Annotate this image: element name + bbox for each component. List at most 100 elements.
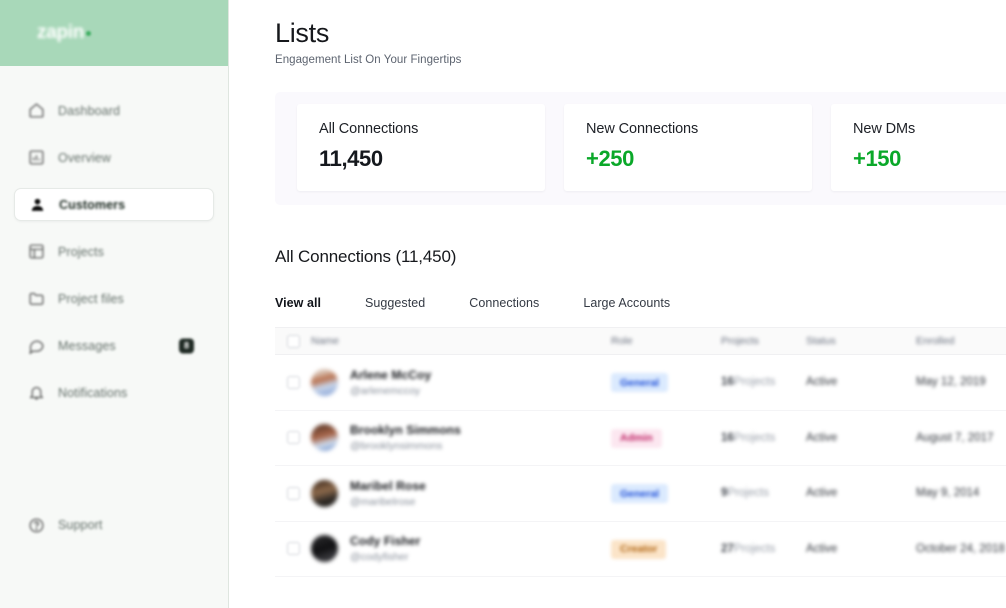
stat-card: All Connections 11,450 bbox=[297, 104, 545, 192]
projects-unit: Projects bbox=[733, 542, 776, 555]
sidebar-item-overview[interactable]: Overview bbox=[14, 141, 214, 174]
bell-icon bbox=[28, 384, 45, 401]
app-root: zapin Dashboard Overview Customers Projects… bbox=[0, 0, 1006, 608]
avatar bbox=[311, 368, 338, 396]
column-header-role[interactable]: Role bbox=[611, 335, 721, 347]
projects-unit: Projects bbox=[727, 487, 769, 500]
column-header-name[interactable]: Name bbox=[311, 335, 611, 347]
stat-card: New DMs +150 bbox=[831, 104, 1006, 192]
cell-status: Active bbox=[806, 431, 838, 444]
contact-handle: @brooklynsimmons bbox=[350, 440, 443, 453]
cell-enrolled: May 9, 2014 bbox=[916, 487, 980, 500]
row-checkbox-cell[interactable] bbox=[275, 542, 311, 556]
sidebar-item-notifications[interactable]: Notifications bbox=[14, 376, 214, 409]
row-checkbox-cell[interactable] bbox=[275, 375, 311, 389]
column-header-enrolled[interactable]: Enrolled bbox=[916, 335, 1006, 347]
role-badge: Creator bbox=[611, 539, 667, 559]
row-checkbox-cell[interactable] bbox=[275, 431, 311, 445]
cell-projects: 16Projects bbox=[721, 432, 806, 444]
role-badge: General bbox=[611, 484, 669, 504]
column-header-status[interactable]: Status bbox=[806, 335, 916, 347]
sidebar-item-dashboard[interactable]: Dashboard bbox=[14, 94, 214, 127]
role-badge: General bbox=[611, 373, 669, 393]
cell-role: Creator bbox=[611, 539, 721, 559]
projects-unit: Projects bbox=[733, 376, 776, 389]
list-section-title: All Connections (11,450) bbox=[275, 247, 457, 267]
stat-value: +250 bbox=[586, 146, 634, 172]
contact-handle: @codyfisher bbox=[350, 551, 409, 564]
brand-dot-icon bbox=[86, 31, 92, 36]
cell-enrolled: May 12, 2019 bbox=[916, 376, 986, 389]
main-content: Lists Engagement List On Your Fingertips… bbox=[229, 0, 1006, 608]
projects-count: 16 bbox=[721, 376, 734, 389]
cell-enrolled: August 7, 2017 bbox=[916, 431, 994, 444]
contact-handle: @maribelrose bbox=[350, 495, 416, 508]
contact-name: Cody Fisher bbox=[350, 534, 421, 549]
sidebar-item-projects[interactable]: Projects bbox=[14, 235, 214, 268]
sidebar-nav-bottom: Support bbox=[0, 481, 228, 608]
brand-logo[interactable]: zapin bbox=[0, 0, 228, 66]
sidebar-item-label: Projects bbox=[58, 244, 104, 259]
sidebar-nav: Dashboard Overview Customers Projects Projec… bbox=[0, 66, 228, 481]
sidebar-item-messages[interactable]: Messages 8 bbox=[14, 329, 214, 362]
cell-projects: 27Projects bbox=[721, 543, 806, 555]
sidebar-item-label: Notifications bbox=[58, 385, 128, 400]
contact-handle: @arlenemccoy bbox=[350, 384, 421, 397]
sidebar: zapin Dashboard Overview Customers Projects… bbox=[0, 0, 229, 608]
row-checkbox[interactable] bbox=[286, 431, 300, 445]
home-icon bbox=[28, 102, 45, 119]
cell-role: General bbox=[611, 484, 721, 504]
select-all-checkbox-cell[interactable] bbox=[275, 334, 311, 348]
avatar bbox=[311, 479, 338, 507]
sidebar-item-label: Messages bbox=[58, 338, 116, 353]
cell-role: General bbox=[611, 373, 721, 393]
folder-icon bbox=[28, 290, 45, 307]
table-row[interactable]: Brooklyn Simmons @brooklynsimmons Admin 16P… bbox=[275, 411, 1006, 467]
stats-panel: All Connections 11,450 New Connections +250… bbox=[275, 92, 1006, 206]
row-checkbox-cell[interactable] bbox=[275, 486, 311, 500]
grid-icon bbox=[28, 243, 45, 260]
sidebar-item-label: Support bbox=[58, 518, 103, 532]
tab-view-all[interactable]: View all bbox=[275, 296, 365, 310]
table-row[interactable]: Arlene McCoy @arlenemccoy General 16Project… bbox=[275, 355, 1006, 411]
tab-suggested[interactable]: Suggested bbox=[365, 296, 469, 310]
projects-unit: Projects bbox=[733, 431, 776, 444]
row-checkbox[interactable] bbox=[286, 486, 300, 500]
cell-projects: 16Projects bbox=[721, 376, 806, 388]
page-subtitle: Engagement List On Your Fingertips bbox=[275, 54, 462, 67]
stat-value: +150 bbox=[853, 146, 901, 172]
sidebar-item-badge: 8 bbox=[179, 338, 194, 353]
cell-name: Brooklyn Simmons @brooklynsimmons bbox=[311, 423, 611, 452]
sidebar-item-project-files[interactable]: Project files bbox=[14, 282, 214, 315]
cell-name: Arlene McCoy @arlenemccoy bbox=[311, 368, 611, 397]
sidebar-item-customers[interactable]: Customers bbox=[14, 188, 214, 221]
sidebar-item-label: Overview bbox=[58, 150, 111, 165]
row-checkbox[interactable] bbox=[286, 542, 300, 556]
chat-icon bbox=[28, 337, 45, 354]
cell-status: Active bbox=[806, 376, 838, 389]
table-row[interactable]: Cody Fisher @codyfisher Creator 27Projects A… bbox=[275, 522, 1006, 578]
column-header-projects[interactable]: Projects bbox=[721, 335, 806, 347]
stat-card: New Connections +250 bbox=[564, 104, 812, 192]
tab-connections[interactable]: Connections bbox=[469, 296, 583, 310]
stat-value: 11,450 bbox=[319, 146, 383, 172]
cell-status: Active bbox=[806, 542, 838, 555]
tab-large-accounts[interactable]: Large Accounts bbox=[583, 296, 714, 310]
projects-count: 16 bbox=[721, 431, 734, 444]
chart-icon bbox=[28, 149, 45, 166]
sidebar-item-label: Project files bbox=[58, 291, 124, 306]
cell-role: Admin bbox=[611, 428, 721, 448]
row-checkbox[interactable] bbox=[286, 375, 300, 389]
select-all-checkbox[interactable] bbox=[286, 334, 300, 348]
table-row[interactable]: Maribel Rose @maribelrose General 9Projects… bbox=[275, 466, 1006, 522]
cell-enrolled: October 24, 2018 bbox=[916, 542, 1005, 555]
stat-label: New Connections bbox=[586, 121, 699, 138]
cell-status: Active bbox=[806, 487, 838, 500]
sidebar-item-support[interactable]: Support bbox=[14, 509, 214, 542]
sidebar-item-label: Dashboard bbox=[58, 103, 121, 118]
stat-label: New DMs bbox=[853, 121, 916, 138]
cell-name: Maribel Rose @maribelrose bbox=[311, 479, 611, 508]
support-icon bbox=[28, 517, 45, 534]
connections-table: Name Role Projects Status Enrolled Arlene Mc… bbox=[275, 327, 1006, 578]
projects-count: 27 bbox=[721, 542, 734, 555]
